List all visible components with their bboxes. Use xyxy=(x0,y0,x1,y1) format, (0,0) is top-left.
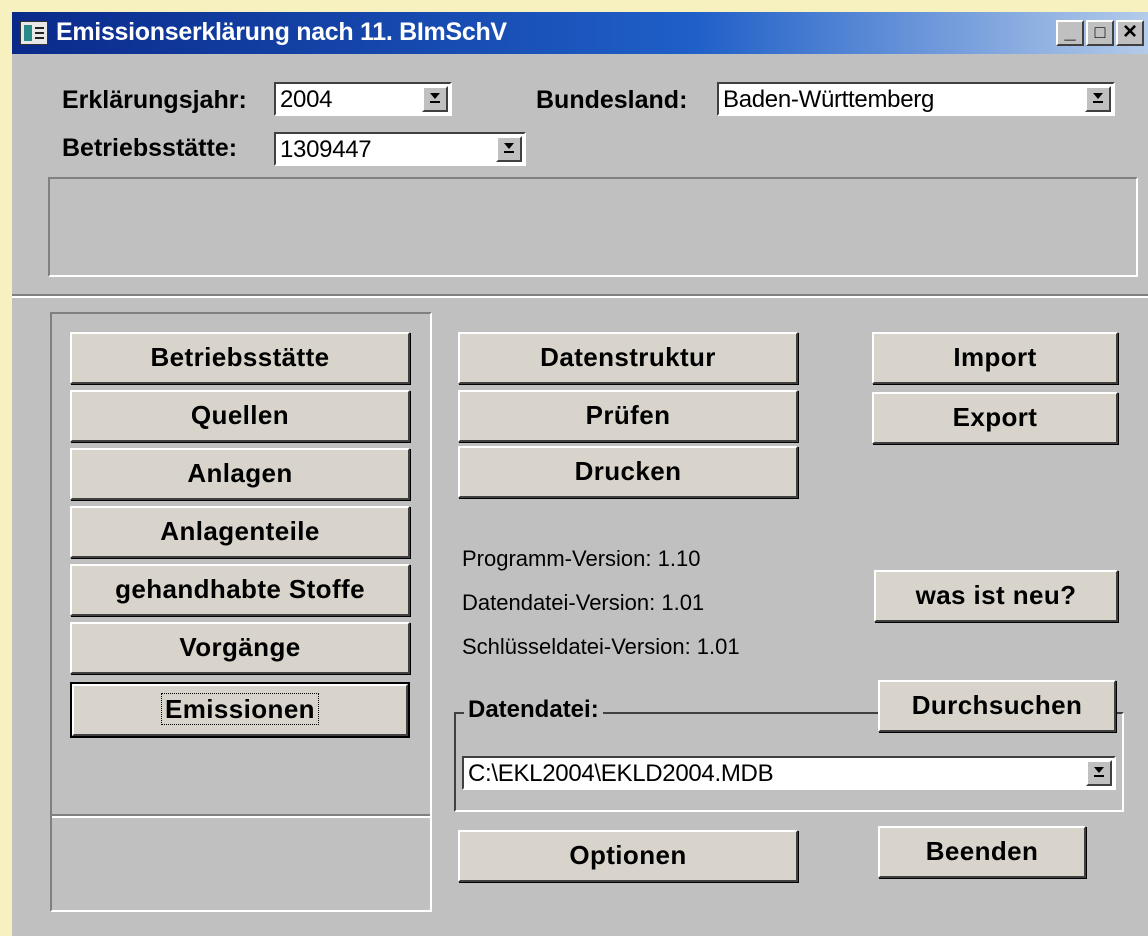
datafile-path-select[interactable]: C:\EKL2004\EKLD2004.MDB xyxy=(462,756,1116,790)
nav-button-betriebsstaette[interactable]: Betriebsstätte xyxy=(70,332,410,384)
browse-button[interactable]: Durchsuchen xyxy=(878,680,1116,732)
app-icon[interactable] xyxy=(20,21,48,45)
program-version: Programm-Version: 1.10 xyxy=(462,546,701,571)
export-button[interactable]: Export xyxy=(872,392,1118,444)
year-label: Erklärungsjahr: xyxy=(62,86,247,114)
nav-button-anlagenteile[interactable]: Anlagenteile xyxy=(70,506,410,558)
pruefen-button[interactable]: Prüfen xyxy=(458,390,798,442)
datafile-label: Datendatei: xyxy=(464,696,603,724)
window-title: Emissionserklärung nach 11. BImSchV xyxy=(56,18,507,46)
drucken-button[interactable]: Drucken xyxy=(458,446,798,498)
title-bar[interactable]: Emissionserklärung nach 11. BImSchV _ □ … xyxy=(12,12,1148,54)
nav-button-gehandhabte-stoffe[interactable]: gehandhabte Stoffe xyxy=(70,564,410,616)
nav-button-emissionen[interactable]: Emissionen xyxy=(72,684,408,736)
nav-button-anlagen[interactable]: Anlagen xyxy=(70,448,410,500)
import-button[interactable]: Import xyxy=(872,332,1118,384)
site-label: Betriebsstätte: xyxy=(62,134,238,162)
separator xyxy=(12,294,1148,298)
close-button[interactable]: × xyxy=(1116,20,1144,46)
state-value: Baden-Württemberg xyxy=(723,86,934,113)
main-window: Emissionserklärung nach 11. BImSchV _ □ … xyxy=(12,12,1148,936)
nav-button-emissionen-label: Emissionen xyxy=(161,693,319,725)
nav-button-vorgaenge[interactable]: Vorgänge xyxy=(70,622,410,674)
datafile-path: C:\EKL2004\EKLD2004.MDB xyxy=(468,760,774,787)
year-value: 2004 xyxy=(280,86,333,113)
dropdown-arrow-icon[interactable] xyxy=(422,86,448,112)
keyfile-version: Schlüsseldatei-Version: 1.01 xyxy=(462,634,740,659)
minimize-button[interactable]: _ xyxy=(1056,20,1084,46)
state-select[interactable]: Baden-Württemberg xyxy=(717,82,1115,116)
whats-new-button[interactable]: was ist neu? xyxy=(874,570,1118,622)
year-select[interactable]: 2004 xyxy=(274,82,452,116)
nav-panel-divider xyxy=(52,814,430,818)
datenstruktur-button[interactable]: Datenstruktur xyxy=(458,332,798,384)
dropdown-arrow-icon[interactable] xyxy=(1086,760,1112,786)
state-label: Bundesland: xyxy=(536,86,688,114)
datafile-version: Datendatei-Version: 1.01 xyxy=(462,590,705,615)
nav-button-quellen[interactable]: Quellen xyxy=(70,390,410,442)
site-select[interactable]: 1309447 xyxy=(274,132,526,166)
options-button[interactable]: Optionen xyxy=(458,830,798,882)
info-panel xyxy=(48,177,1138,277)
dropdown-arrow-icon[interactable] xyxy=(496,136,522,162)
quit-button[interactable]: Beenden xyxy=(878,826,1086,878)
site-value: 1309447 xyxy=(280,136,372,163)
maximize-button[interactable]: □ xyxy=(1086,20,1114,46)
dropdown-arrow-icon[interactable] xyxy=(1085,86,1111,112)
